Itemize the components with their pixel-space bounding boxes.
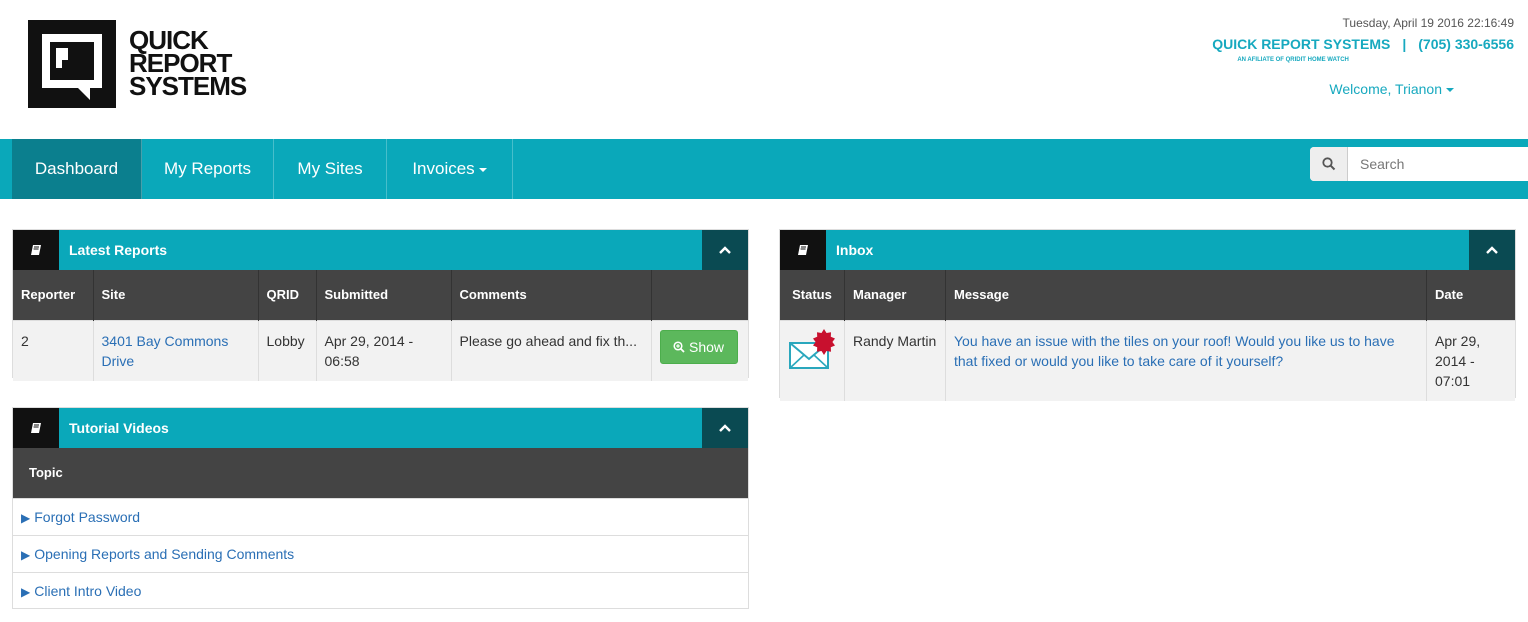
tutorial-videos-panel: Tutorial Videos Topic ▶ Forgot Password ▶…	[12, 407, 749, 609]
affiliate-note: AN AFILIATE OF QRIDIT HOME WATCH	[1237, 57, 1349, 63]
tutorial-link[interactable]: Opening Reports and Sending Comments	[34, 546, 294, 562]
collapse-chevron-up-icon[interactable]	[1469, 230, 1515, 270]
nav-my-sites-label: My Sites	[297, 159, 363, 178]
tutorial-videos-header: Tutorial Videos	[13, 408, 748, 448]
caret-down-icon	[478, 167, 487, 172]
collapse-chevron-up-icon[interactable]	[702, 408, 748, 448]
table-row[interactable]: Randy Martin You have an issue with the …	[780, 319, 1515, 401]
latest-reports-table: Reporter Site QRID Submitted Comments 2 …	[13, 270, 748, 381]
col-status: Status	[780, 270, 845, 320]
col-message: Message	[945, 270, 1427, 320]
zoom-in-icon	[673, 340, 685, 353]
tutorial-videos-title: Tutorial Videos	[69, 420, 169, 436]
site-link[interactable]: 3401 Bay Commons Drive	[102, 333, 229, 369]
inbox-panel: Inbox Status Manager Message Date Randy …	[779, 229, 1516, 401]
message-link[interactable]: You have an issue with the tiles on your…	[954, 333, 1395, 369]
tutorial-link[interactable]: Client Intro Video	[34, 583, 141, 599]
col-topic: Topic	[13, 448, 748, 498]
company-contact-line: QUICK REPORT SYSTEMS | (705) 330-6556	[1212, 36, 1514, 52]
company-separator: |	[1402, 36, 1407, 52]
list-item[interactable]: ▶ Opening Reports and Sending Comments	[13, 535, 748, 572]
nav-my-reports[interactable]: My Reports	[142, 139, 274, 199]
latest-reports-header: Latest Reports	[13, 230, 748, 270]
play-triangle-icon: ▶	[21, 548, 31, 562]
cell-qrid: Lobby	[258, 319, 317, 381]
col-actions	[651, 270, 748, 320]
cell-actions: Show	[651, 319, 748, 381]
cell-message: You have an issue with the tiles on your…	[945, 319, 1427, 401]
cell-manager: Randy Martin	[844, 319, 946, 401]
nav-invoices[interactable]: Invoices	[387, 139, 513, 199]
col-reporter: Reporter	[13, 270, 94, 320]
inbox-header: Inbox	[780, 230, 1515, 270]
search-input[interactable]	[1348, 147, 1528, 181]
company-phone: (705) 330-6556	[1418, 36, 1514, 52]
list-item[interactable]: ▶ Forgot Password	[13, 498, 748, 535]
latest-reports-panel: Latest Reports Reporter Site QRID Submit…	[12, 229, 749, 381]
play-triangle-icon: ▶	[21, 585, 31, 599]
nav-my-reports-label: My Reports	[164, 159, 251, 178]
show-report-button[interactable]: Show	[659, 329, 738, 364]
search-box	[1310, 147, 1528, 181]
user-menu[interactable]: Welcome, Trianon	[1329, 81, 1454, 97]
play-triangle-icon: ▶	[21, 511, 31, 525]
col-qrid: QRID	[258, 270, 317, 320]
inbox-title: Inbox	[836, 242, 874, 258]
logo-mark-icon	[28, 20, 116, 108]
collapse-chevron-up-icon[interactable]	[702, 230, 748, 270]
cell-comments: Please go ahead and fix th...	[451, 319, 652, 381]
current-datetime: Tuesday, April 19 2016 22:16:49	[1342, 16, 1514, 30]
envelope-unread-icon	[789, 328, 835, 369]
col-manager: Manager	[844, 270, 946, 320]
tutorial-link[interactable]: Forgot Password	[34, 509, 140, 525]
welcome-text: Welcome, Trianon	[1329, 81, 1442, 97]
cell-status	[780, 319, 845, 401]
nav-dashboard-label: Dashboard	[34, 159, 119, 178]
cell-submitted: Apr 29, 2014 - 06:58	[316, 319, 452, 381]
logo-wordmark: QUICK REPORT SYSTEMS	[129, 27, 247, 101]
logo[interactable]: QUICK REPORT SYSTEMS	[28, 20, 247, 108]
table-row: 2 3401 Bay Commons Drive Lobby Apr 29, 2…	[13, 319, 748, 381]
company-name: QUICK REPORT SYSTEMS	[1212, 36, 1391, 52]
book-icon	[780, 230, 826, 270]
nav-dashboard[interactable]: Dashboard	[12, 139, 142, 199]
search-icon[interactable]	[1310, 147, 1348, 181]
book-icon	[13, 230, 59, 270]
col-site: Site	[93, 270, 259, 320]
col-date: Date	[1426, 270, 1515, 320]
cell-site: 3401 Bay Commons Drive	[93, 319, 259, 381]
nav-my-sites[interactable]: My Sites	[274, 139, 387, 199]
caret-down-icon	[1446, 88, 1454, 93]
cell-reporter: 2	[13, 319, 94, 381]
inbox-table: Status Manager Message Date Randy Martin…	[780, 270, 1515, 401]
header-info: Tuesday, April 19 2016 22:16:49 QUICK RE…	[1212, 16, 1514, 63]
nav-invoices-label: Invoices	[412, 159, 475, 178]
cell-date: Apr 29, 2014 - 07:01	[1426, 319, 1515, 401]
list-item[interactable]: ▶ Client Intro Video	[13, 572, 748, 609]
col-submitted: Submitted	[316, 270, 452, 320]
main-navbar: Dashboard My Reports My Sites Invoices	[0, 139, 1528, 199]
col-comments: Comments	[451, 270, 652, 320]
book-icon	[13, 408, 59, 448]
show-button-label: Show	[688, 338, 725, 355]
latest-reports-title: Latest Reports	[69, 242, 168, 258]
logo-line-3: SYSTEMS	[129, 71, 247, 101]
